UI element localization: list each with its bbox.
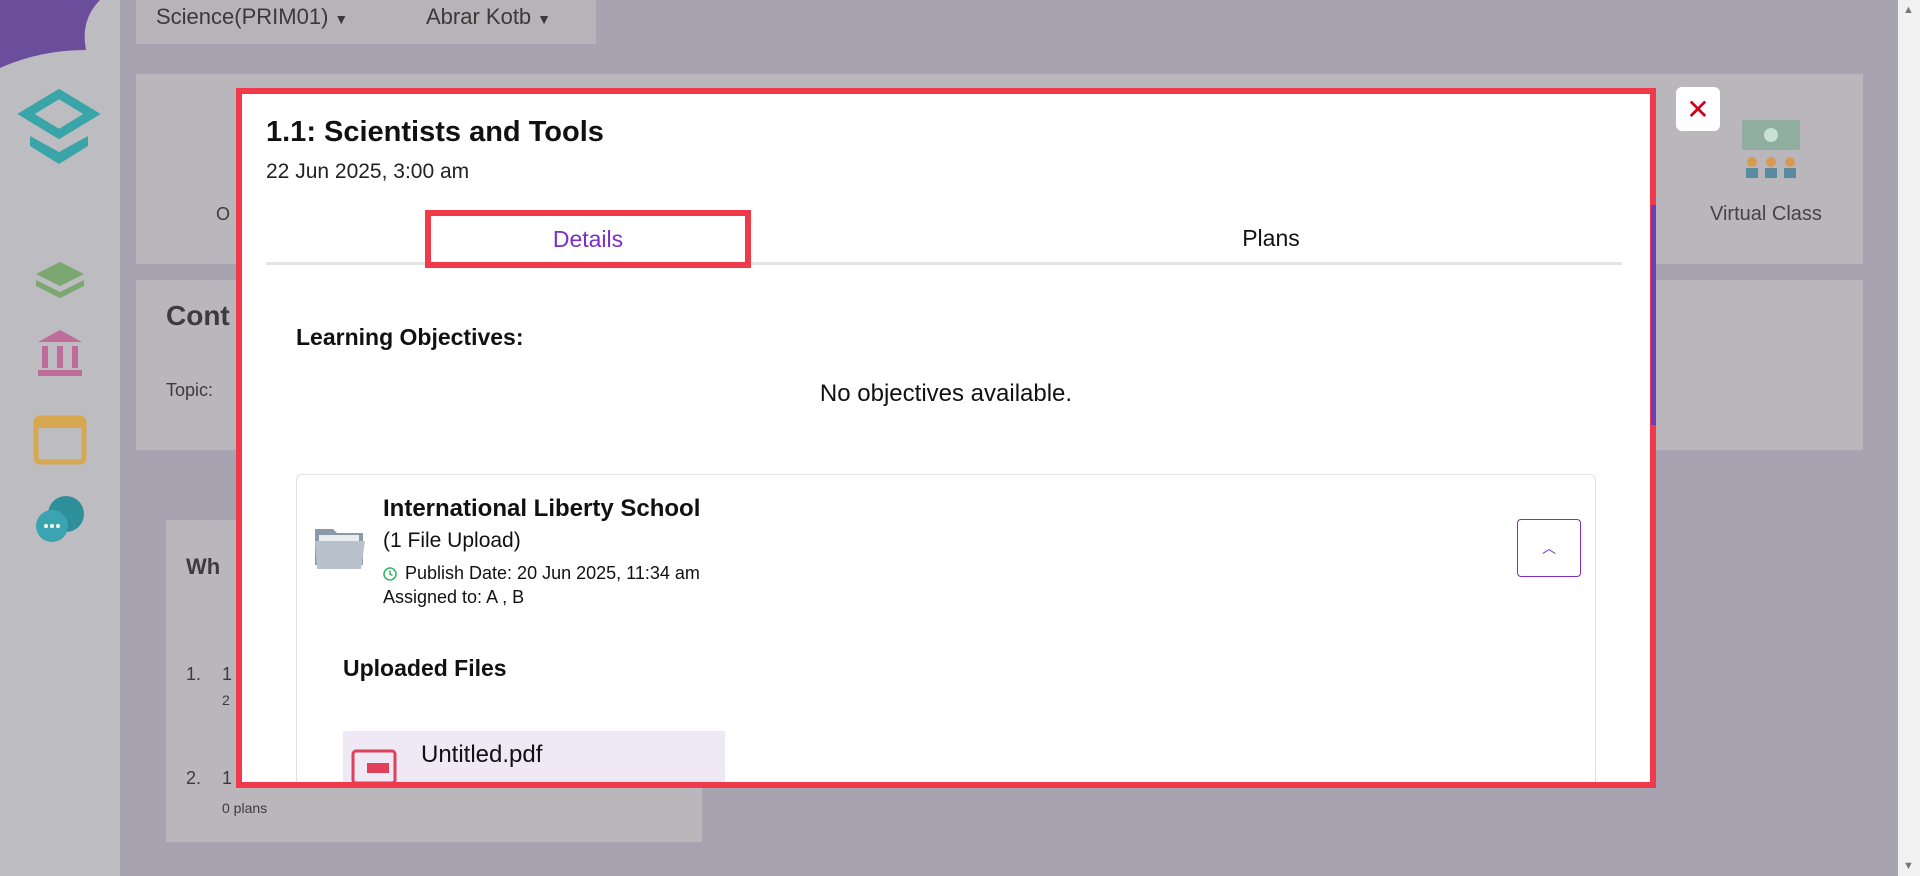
brand-corner-badge	[0, 0, 100, 68]
chat-icon[interactable]	[30, 490, 90, 550]
clock-icon	[383, 566, 397, 581]
breadcrumb: Science(PRIM01) ▼ Abrar Kotb ▼	[136, 0, 596, 44]
close-icon: ✕	[1686, 93, 1710, 125]
card-subtitle: (1 File Upload)	[383, 529, 521, 552]
tab-details-label: Details	[552, 225, 624, 252]
breadcrumb-subject[interactable]: Science(PRIM01) ▼	[156, 4, 348, 30]
item-text: 1	[222, 664, 233, 684]
no-objectives-message: No objectives available.	[819, 380, 1073, 407]
folder-icon	[315, 529, 365, 569]
file-item[interactable]: Untitled.pdf	[343, 731, 725, 782]
item-sub: 0 plans	[222, 800, 268, 816]
app-logo-icon[interactable]	[16, 84, 102, 166]
modal-scrollbar[interactable]	[1651, 205, 1656, 425]
item-text: 1	[222, 768, 233, 788]
modal-close-button[interactable]: ✕	[1676, 87, 1720, 131]
school-icon[interactable]	[30, 322, 90, 382]
item-number: 2.	[186, 768, 202, 788]
assigned-to-text: Assigned to: A , B	[383, 587, 525, 607]
file-name: Untitled.pdf	[421, 741, 543, 768]
tab-plans[interactable]: Plans	[1106, 214, 1436, 262]
topic-label: Topic:	[166, 380, 214, 400]
tab-details[interactable]: Details	[425, 210, 751, 268]
tab-plans-label: Plans	[1242, 224, 1300, 251]
caret-down-icon: ▼	[537, 11, 552, 27]
upload-card: International Liberty School (1 File Upl…	[296, 474, 1596, 782]
modal-title: 1.1: Scientists and Tools	[266, 116, 604, 148]
collapse-toggle-button[interactable]: ︿	[1517, 519, 1581, 577]
modal-date: 22 Jun 2025, 3:00 am	[266, 160, 470, 183]
item-sub: 2	[222, 692, 230, 708]
scroll-up-icon[interactable]: ▲	[1903, 4, 1914, 16]
content-title: Cont	[166, 300, 230, 331]
breadcrumb-teacher[interactable]: Abrar Kotb ▼	[426, 4, 551, 30]
modal-tabs: Details Plans	[266, 210, 1622, 268]
breadcrumb-subject-label: Science(PRIM01)	[156, 4, 329, 29]
card-title: International Liberty School	[383, 495, 701, 522]
lesson-detail-modal: 1.1: Scientists and Tools 22 Jun 2025, 3…	[236, 88, 1656, 788]
virtual-class-icon[interactable]	[1738, 118, 1804, 182]
virtual-class-label[interactable]: Virtual Class	[1710, 203, 1822, 226]
item-number: 1.	[186, 664, 202, 684]
pdf-icon	[351, 749, 397, 782]
scroll-down-icon[interactable]: ▼	[1903, 860, 1914, 872]
page-scrollbar[interactable]: ▲ ▼	[1898, 0, 1920, 876]
chevron-up-icon: ︿	[1542, 540, 1556, 556]
caret-down-icon: ▼	[334, 11, 349, 27]
ghost-text: O	[216, 204, 231, 224]
sidebar	[0, 0, 120, 876]
publish-date-text: Publish Date: 20 Jun 2025, 11:34 am	[405, 563, 700, 583]
publish-date-row: Publish Date: 20 Jun 2025, 11:34 am	[383, 563, 700, 584]
books-icon[interactable]	[30, 246, 90, 306]
lessons-title: Wh	[186, 554, 221, 579]
calendar-icon[interactable]	[30, 408, 90, 468]
breadcrumb-teacher-label: Abrar Kotb	[426, 4, 532, 29]
uploaded-files-heading: Uploaded Files	[343, 655, 507, 681]
learning-objectives-heading: Learning Objectives:	[296, 324, 524, 350]
